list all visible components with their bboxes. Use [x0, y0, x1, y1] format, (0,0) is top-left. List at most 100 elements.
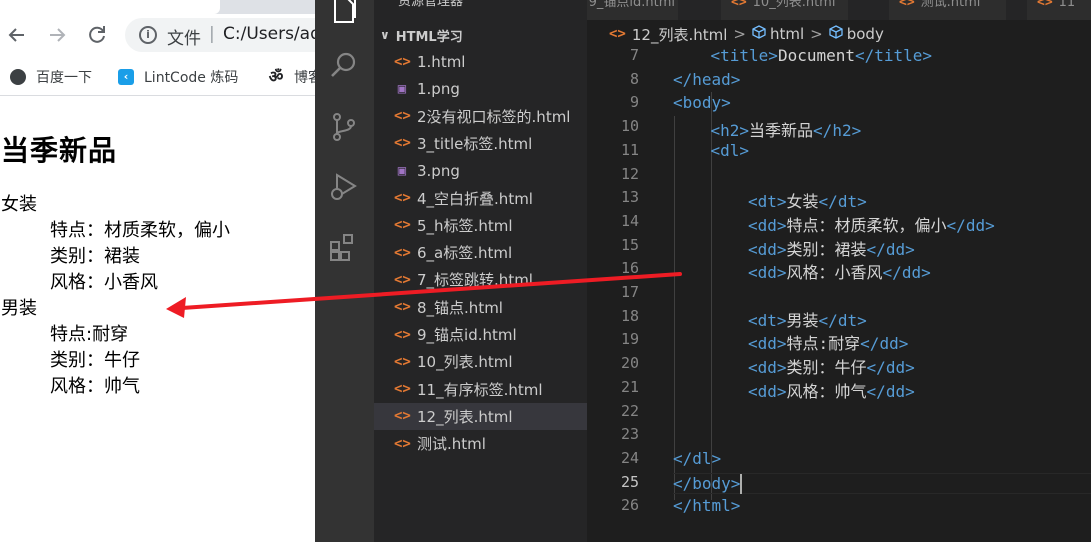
- file-item[interactable]: <> 9_锚点id.html: [374, 321, 587, 348]
- back-button[interactable]: [4, 22, 30, 48]
- file-name: 3_title标签.html: [417, 134, 533, 153]
- code-line[interactable]: <dt>男装</dt>: [673, 307, 867, 331]
- line-number: 11: [620, 140, 639, 159]
- html-file-icon: <>: [394, 217, 411, 234]
- breadcrumb-separator: >: [810, 25, 823, 43]
- breadcrumb-file[interactable]: 12_列表.html: [632, 24, 728, 45]
- image-file-icon: ▣: [397, 80, 407, 97]
- baidu-icon: [10, 69, 26, 85]
- explorer-icon[interactable]: [327, 0, 361, 26]
- file-item[interactable]: <> 4_空白折叠.html: [374, 185, 587, 212]
- code-line[interactable]: </head>: [673, 70, 740, 89]
- file-item[interactable]: <> 7_标签跳转.html: [374, 266, 587, 293]
- html-file-icon: <>: [394, 190, 411, 206]
- activity-bar: [315, 0, 374, 542]
- code-line[interactable]: <dd>风格：帅气</dd>: [673, 378, 915, 402]
- line-number: 23: [620, 425, 639, 444]
- dl-description: 风格：帅气: [50, 376, 140, 397]
- page-heading: 当季新品: [1, 134, 118, 167]
- editor-tab[interactable]: <> 10_列表.html: [721, 0, 849, 20]
- editor-tabs: <>9_锚点id.html <>10_列表.html <>测试.html <>1…: [587, 0, 1091, 20]
- line-number: 13: [620, 188, 639, 207]
- line-number: 8: [629, 69, 639, 88]
- file-name: 测试.html: [417, 435, 486, 454]
- file-item[interactable]: <> 8_锚点.html: [374, 294, 587, 321]
- file-name: 10_列表.html: [417, 353, 513, 372]
- file-name: 12_列表.html: [417, 407, 513, 426]
- bookmark-baidu[interactable]: 百度一下: [10, 66, 92, 88]
- html-file-icon: <>: [609, 26, 626, 42]
- browser-tab-active[interactable]: [0, 0, 220, 14]
- html-file-icon: <>: [394, 353, 411, 370]
- code-line[interactable]: </dl>: [673, 449, 721, 468]
- dl-description: 类别：裙装: [50, 246, 140, 267]
- line-number: 20: [620, 354, 639, 373]
- browser-window: i 文件 | C:/Users/ad 百度一下 ‹ LintCode 炼码 ॐ …: [0, 0, 315, 542]
- line-number-gutter: 7 8 9 10 11 12 13 14 15 16 17 18 19 20 21 22 23 24 25 26: [587, 46, 667, 542]
- breadcrumb-node-html[interactable]: html: [770, 25, 804, 43]
- file-item[interactable]: <> 5_h标签.html: [374, 212, 587, 239]
- line-number: 22: [620, 401, 639, 420]
- search-icon[interactable]: [327, 48, 361, 82]
- file-item[interactable]: <> 12_列表.html: [374, 402, 587, 430]
- code-line[interactable]: <dd>类别：牛仔</dd>: [673, 354, 915, 378]
- address-bar[interactable]: i 文件 | C:/Users/ad: [125, 18, 315, 52]
- file-item[interactable]: <> 3_title标签.html: [374, 130, 587, 157]
- arrow-left-icon: [8, 28, 24, 42]
- file-name: 1.html: [417, 52, 466, 71]
- code-area[interactable]: <title>Document</title> </head> <body> <h2>…: [673, 46, 1091, 542]
- forward-button[interactable]: [44, 22, 70, 48]
- reload-button[interactable]: [84, 22, 110, 48]
- html-file-icon: <>: [394, 381, 411, 398]
- folder-header[interactable]: ∨ HTML学习: [380, 24, 463, 46]
- run-debug-icon[interactable]: [327, 170, 361, 204]
- breadcrumb-node-body[interactable]: body: [847, 25, 884, 43]
- file-name: 1.png: [417, 79, 460, 98]
- address-url[interactable]: C:/Users/ad: [223, 24, 315, 44]
- file-name: 9_锚点id.html: [417, 326, 517, 344]
- file-item[interactable]: <> 10_列表.html: [374, 348, 587, 375]
- code-line[interactable]: <dd>特点:耐穿</dd>: [673, 330, 908, 354]
- bookmark-lintcode[interactable]: ‹ LintCode 炼码: [118, 66, 238, 88]
- editor-tab[interactable]: <> 11: [1027, 0, 1091, 20]
- line-number: 14: [620, 211, 639, 230]
- file-item[interactable]: <> 2没有视口标签的.html: [374, 103, 587, 130]
- code-line[interactable]: <h2>当季新品</h2>: [673, 117, 862, 141]
- code-line[interactable]: </html>: [673, 496, 740, 515]
- line-number: 24: [620, 448, 639, 467]
- code-line[interactable]: <dt>女装</dt>: [673, 188, 867, 212]
- file-name: 11_有序标签.html: [417, 380, 543, 399]
- code-line[interactable]: <body>: [673, 93, 731, 112]
- line-number: 12: [620, 164, 639, 183]
- bookmark-blog[interactable]: ॐ 博客: [268, 66, 315, 88]
- code-line[interactable]: <dd>特点：材质柔软，偏小</dd>: [673, 212, 995, 236]
- code-line[interactable]: <dd>类别：裙装</dd>: [673, 236, 915, 260]
- dl-description: 特点：材质柔软，偏小: [50, 220, 230, 241]
- info-icon[interactable]: i: [139, 26, 157, 44]
- browser-tabstrip: [0, 0, 315, 14]
- file-item[interactable]: <> 测试.html: [374, 430, 587, 457]
- html-file-icon: <>: [394, 408, 411, 425]
- file-name: 8_锚点.html: [417, 298, 503, 317]
- file-item[interactable]: ▣ 3.png: [374, 157, 587, 184]
- code-line[interactable]: <dd>风格：小香风</dd>: [673, 259, 931, 283]
- file-item[interactable]: ▣ 1.png: [374, 75, 587, 102]
- editor-tab[interactable]: <> 测试.html: [889, 0, 1007, 20]
- code-line[interactable]: <dl>: [673, 141, 750, 160]
- line-number: 7: [629, 46, 639, 64]
- rendered-page: 当季新品 女装 特点：材质柔软，偏小 类别：裙装 风格：小香风 男装 特点:耐穿…: [0, 97, 315, 542]
- extensions-icon[interactable]: [327, 230, 361, 264]
- html-file-icon: <>: [394, 299, 411, 316]
- bookmark-label: LintCode 炼码: [144, 70, 239, 86]
- source-control-icon[interactable]: [327, 110, 361, 144]
- html-file-icon: <>: [731, 0, 747, 10]
- bookmark-label: 博客: [294, 70, 315, 86]
- code-line[interactable]: <title>Document</title>: [673, 46, 933, 65]
- file-item[interactable]: <> 1.html: [374, 48, 587, 75]
- line-number: 15: [620, 235, 639, 254]
- editor-tab[interactable]: <>9_锚点id.html: [587, 0, 679, 20]
- code-line[interactable]: </body>: [673, 472, 1091, 494]
- dl-description: 特点:耐穿: [50, 324, 129, 345]
- file-item[interactable]: <> 6_a标签.html: [374, 239, 587, 266]
- file-item[interactable]: <> 11_有序标签.html: [374, 376, 587, 403]
